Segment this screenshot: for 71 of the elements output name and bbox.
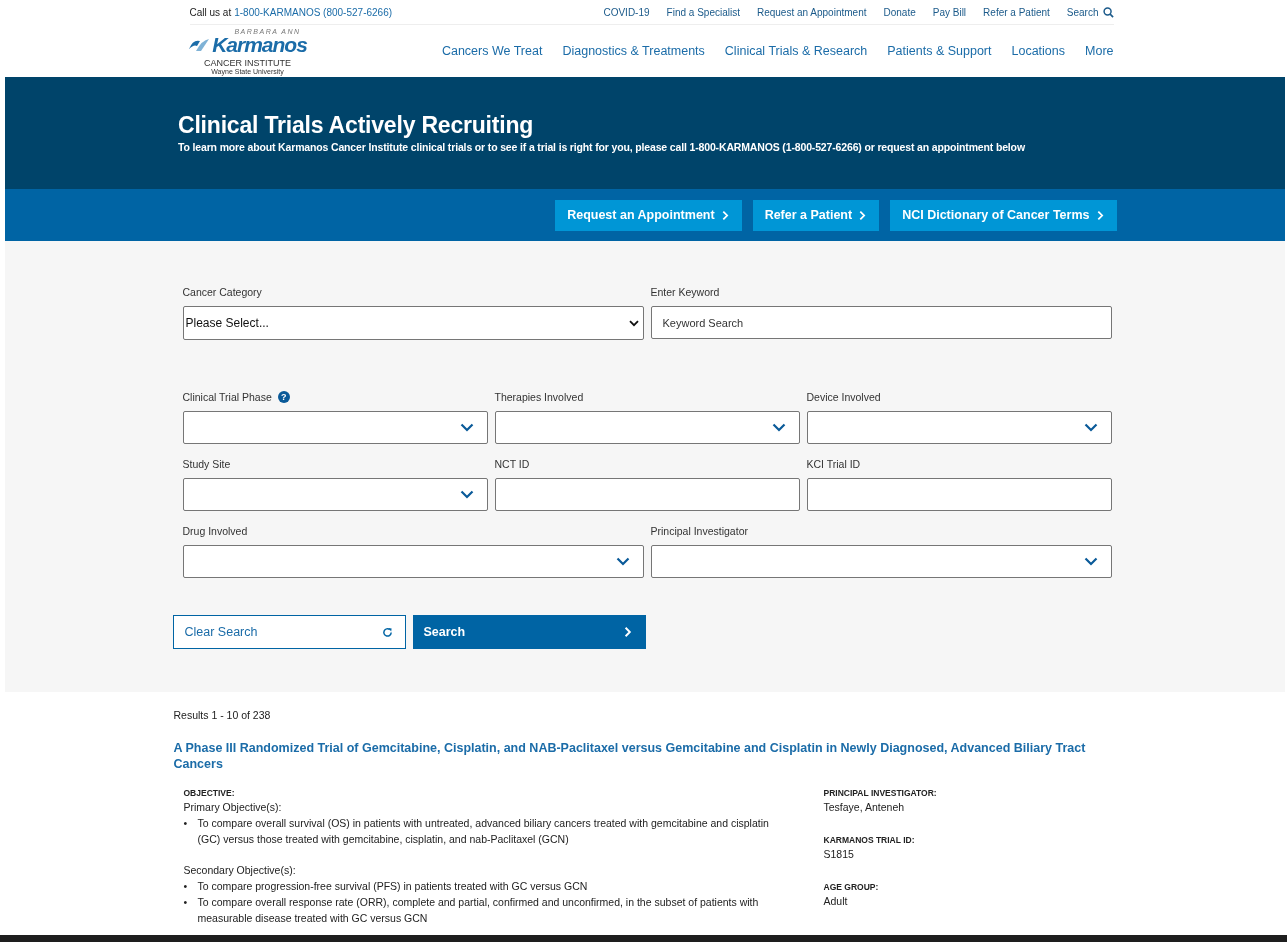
- field-label: KCI Trial ID: [806, 458, 861, 470]
- field-label: Study Site: [182, 458, 231, 470]
- chevron-down-icon: [459, 423, 474, 432]
- detail-value: Tesfaye, Anteneh: [823, 801, 906, 813]
- select-field[interactable]: Please Select...: [182, 306, 644, 340]
- dropdown-field[interactable]: [494, 411, 800, 444]
- bullet-mark: •: [183, 816, 189, 831]
- field-label: NCT ID: [494, 458, 530, 470]
- action-button[interactable]: NCI Dictionary of Cancer Terms: [890, 199, 1117, 231]
- objective-heading: Secondary Objective(s):: [183, 864, 297, 876]
- page-title: Clinical Trials Actively Recruiting: [178, 112, 535, 139]
- chevron-down-icon: [628, 319, 639, 327]
- chevron-down-icon: [459, 490, 474, 499]
- main-nav-link[interactable]: More: [1085, 44, 1114, 58]
- dropdown-field[interactable]: [182, 411, 488, 444]
- chevron-down-icon: [615, 557, 630, 566]
- refresh-icon: [381, 626, 393, 638]
- main-nav-link[interactable]: Diagnostics & Treatments: [562, 44, 705, 58]
- results-summary: Results 1 - 10 of 238: [173, 709, 272, 721]
- phone-link[interactable]: 1-800-KARMANOS (800-527-6266): [234, 6, 393, 18]
- utility-link[interactable]: Request an Appointment: [756, 6, 867, 18]
- chevron-down-icon: [1083, 423, 1098, 432]
- utility-link[interactable]: Pay Bill: [932, 6, 967, 18]
- detail-label: KARMANOS TRIAL ID:: [823, 835, 916, 845]
- search-icon: [1102, 6, 1114, 18]
- logo-mark-icon: [188, 36, 211, 53]
- input-field[interactable]: [494, 478, 800, 511]
- main-nav-link[interactable]: Patients & Support: [887, 44, 992, 58]
- objective-item: To compare progression-free survival (PFS) in patients treated with GC versus GCN: [197, 879, 588, 894]
- dropdown-field[interactable]: [806, 411, 1112, 444]
- field-label: Therapies Involved: [494, 391, 584, 403]
- objective-heading: Primary Objective(s):: [183, 801, 283, 813]
- utility-link[interactable]: COVID-19: [603, 6, 650, 18]
- utility-link[interactable]: Find a Specialist: [666, 6, 740, 18]
- dropdown-field[interactable]: [182, 545, 644, 578]
- detail-label: PRINCIPAL INVESTIGATOR:: [823, 788, 938, 798]
- action-button[interactable]: Request an Appointment: [555, 199, 742, 231]
- trial-title-link[interactable]: A Phase III Randomized Trial of Gemcitabine, Cisplatin, and NAB-Paclitaxel versus Gemcitabine and Cisplatin in Newly Diagnosed, Advanced Biliary Tract Cancers: [173, 740, 1114, 772]
- dropdown-field[interactable]: [182, 478, 488, 511]
- detail-label: AGE GROUP:: [823, 882, 880, 892]
- objective-item: To compare overall survival (OS) in patients with untreated, advanced biliary cancers treated with gemcitabine and cisplatin (GC) versus those treated with gemcitabine, cisplatin, and nab-Paclitaxel (GCN): [197, 816, 770, 847]
- detail-value: Adult: [823, 895, 849, 907]
- field-label: Drug Involved: [182, 525, 248, 537]
- search-button[interactable]: Search: [412, 615, 646, 649]
- call-label: Call us at: [189, 6, 232, 18]
- bullet-mark: •: [183, 879, 189, 894]
- chevron-down-icon: [1083, 557, 1098, 566]
- hero-description: To learn more about Karmanos Cancer Institute clinical trials or to see if a trial is right for you, please call 1-800-KARMANOS (1-800-527-6266) or request an appointment below: [178, 141, 1026, 153]
- main-nav-link[interactable]: Clinical Trials & Research: [724, 44, 868, 58]
- field-label: Device Involved: [806, 391, 881, 403]
- field-label: Cancer Category: [182, 286, 262, 298]
- input-field[interactable]: [806, 478, 1112, 511]
- dropdown-field[interactable]: [650, 545, 1112, 578]
- field-label: Clinical Trial Phase: [182, 391, 272, 403]
- help-button[interactable]: ?: [277, 391, 290, 403]
- input-field[interactable]: Keyword Search: [650, 306, 1112, 339]
- search-link[interactable]: Search: [1066, 6, 1114, 18]
- utility-link[interactable]: Donate: [883, 6, 916, 18]
- utility-link[interactable]: Refer a Patient: [983, 6, 1050, 18]
- action-button[interactable]: Refer a Patient: [752, 199, 880, 231]
- detail-value: S1815: [823, 848, 855, 860]
- main-nav-link[interactable]: Cancers We Treat: [441, 44, 543, 58]
- field-label: Enter Keyword: [650, 286, 720, 298]
- chevron-down-icon: [771, 423, 786, 432]
- logo-subtitle: CANCER INSTITUTE: [204, 57, 291, 68]
- objective-label: OBJECTIVE:: [183, 788, 236, 798]
- field-label: Principal Investigator: [650, 525, 748, 537]
- objective-item: To compare overall response rate (ORR), complete and partial, confirmed and unconfirmed, in the subset of patients with measurable disease treated with GC versus GCN: [197, 895, 760, 926]
- main-nav-link[interactable]: Locations: [1011, 44, 1065, 58]
- clear-search-button[interactable]: Clear Search: [172, 615, 406, 649]
- bullet-mark: •: [183, 895, 189, 910]
